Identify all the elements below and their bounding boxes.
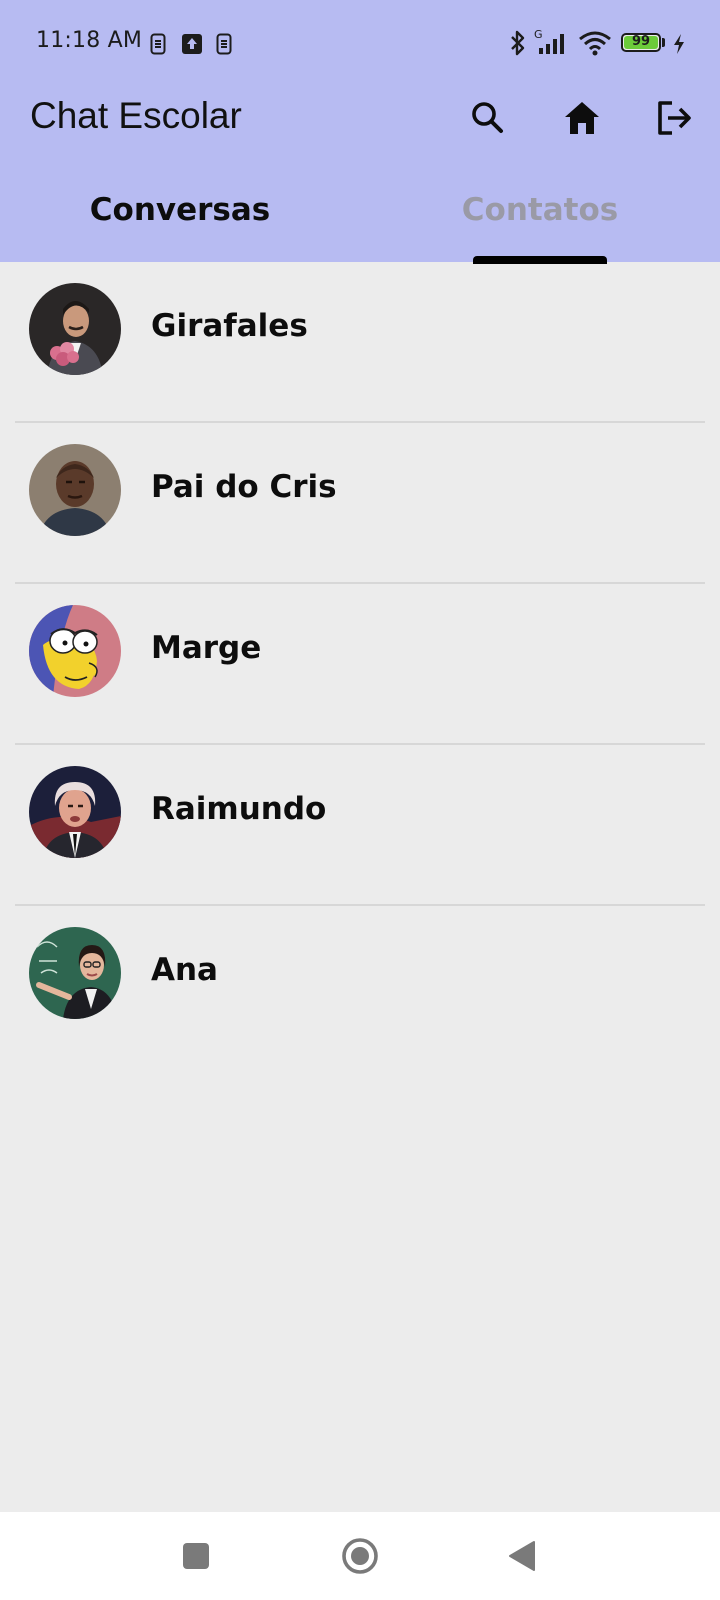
home-button[interactable] xyxy=(338,1534,382,1578)
contact-name: Marge xyxy=(151,630,262,666)
app-bar: Chat Escolar xyxy=(0,88,720,150)
battery-percent: 99 xyxy=(631,34,651,49)
charging-icon xyxy=(674,34,684,54)
network-type: G xyxy=(534,28,543,41)
contact-name: Raimundo xyxy=(151,791,327,827)
recents-button[interactable] xyxy=(174,1534,218,1578)
ana-avatar xyxy=(29,927,121,1019)
upload-notification-icon xyxy=(182,34,202,54)
contact-name: Girafales xyxy=(151,308,308,344)
screen: 11:18 AM G 99 Chat Escolar Conversas Con… xyxy=(0,0,720,1600)
search-icon[interactable] xyxy=(466,96,510,140)
system-nav-bar xyxy=(0,1512,720,1600)
raimundo-avatar xyxy=(29,766,121,858)
logout-icon[interactable] xyxy=(652,96,696,140)
bluetooth-icon xyxy=(511,30,525,56)
contact-row[interactable]: Pai do Cris xyxy=(0,423,720,584)
contact-row[interactable]: Ana xyxy=(0,906,720,1067)
pai-do-cris-avatar xyxy=(29,444,121,536)
back-button[interactable] xyxy=(500,1534,544,1578)
tab-label: Contatos xyxy=(461,192,619,228)
tab-conversas[interactable]: Conversas xyxy=(0,182,360,262)
app-title: Chat Escolar xyxy=(30,95,242,136)
wifi-icon xyxy=(579,31,611,56)
tab-label: Conversas xyxy=(89,192,271,228)
girafales-avatar xyxy=(29,283,121,375)
contact-row[interactable]: Marge xyxy=(0,584,720,745)
home-icon[interactable] xyxy=(560,96,604,140)
header: 11:18 AM G 99 Chat Escolar Conversas Con… xyxy=(0,0,720,264)
battery-terminal xyxy=(662,38,665,47)
sim-card-icon xyxy=(150,33,166,55)
contact-name: Ana xyxy=(151,952,218,988)
marge-avatar xyxy=(29,605,121,697)
contact-row[interactable]: Raimundo xyxy=(0,745,720,906)
contact-name: Pai do Cris xyxy=(151,469,337,505)
contact-list: Girafales Pai do Cris Marge Raimundo Ana xyxy=(0,262,720,1067)
tab-contatos[interactable]: Contatos xyxy=(360,182,720,262)
sim-card-icon xyxy=(216,33,232,55)
battery-icon: 99 xyxy=(621,33,661,52)
contact-row[interactable]: Girafales xyxy=(0,262,720,423)
status-bar: 11:18 AM G 99 xyxy=(0,0,720,88)
status-time: 11:18 AM xyxy=(36,28,143,53)
tab-bar: Conversas Contatos xyxy=(0,182,720,264)
